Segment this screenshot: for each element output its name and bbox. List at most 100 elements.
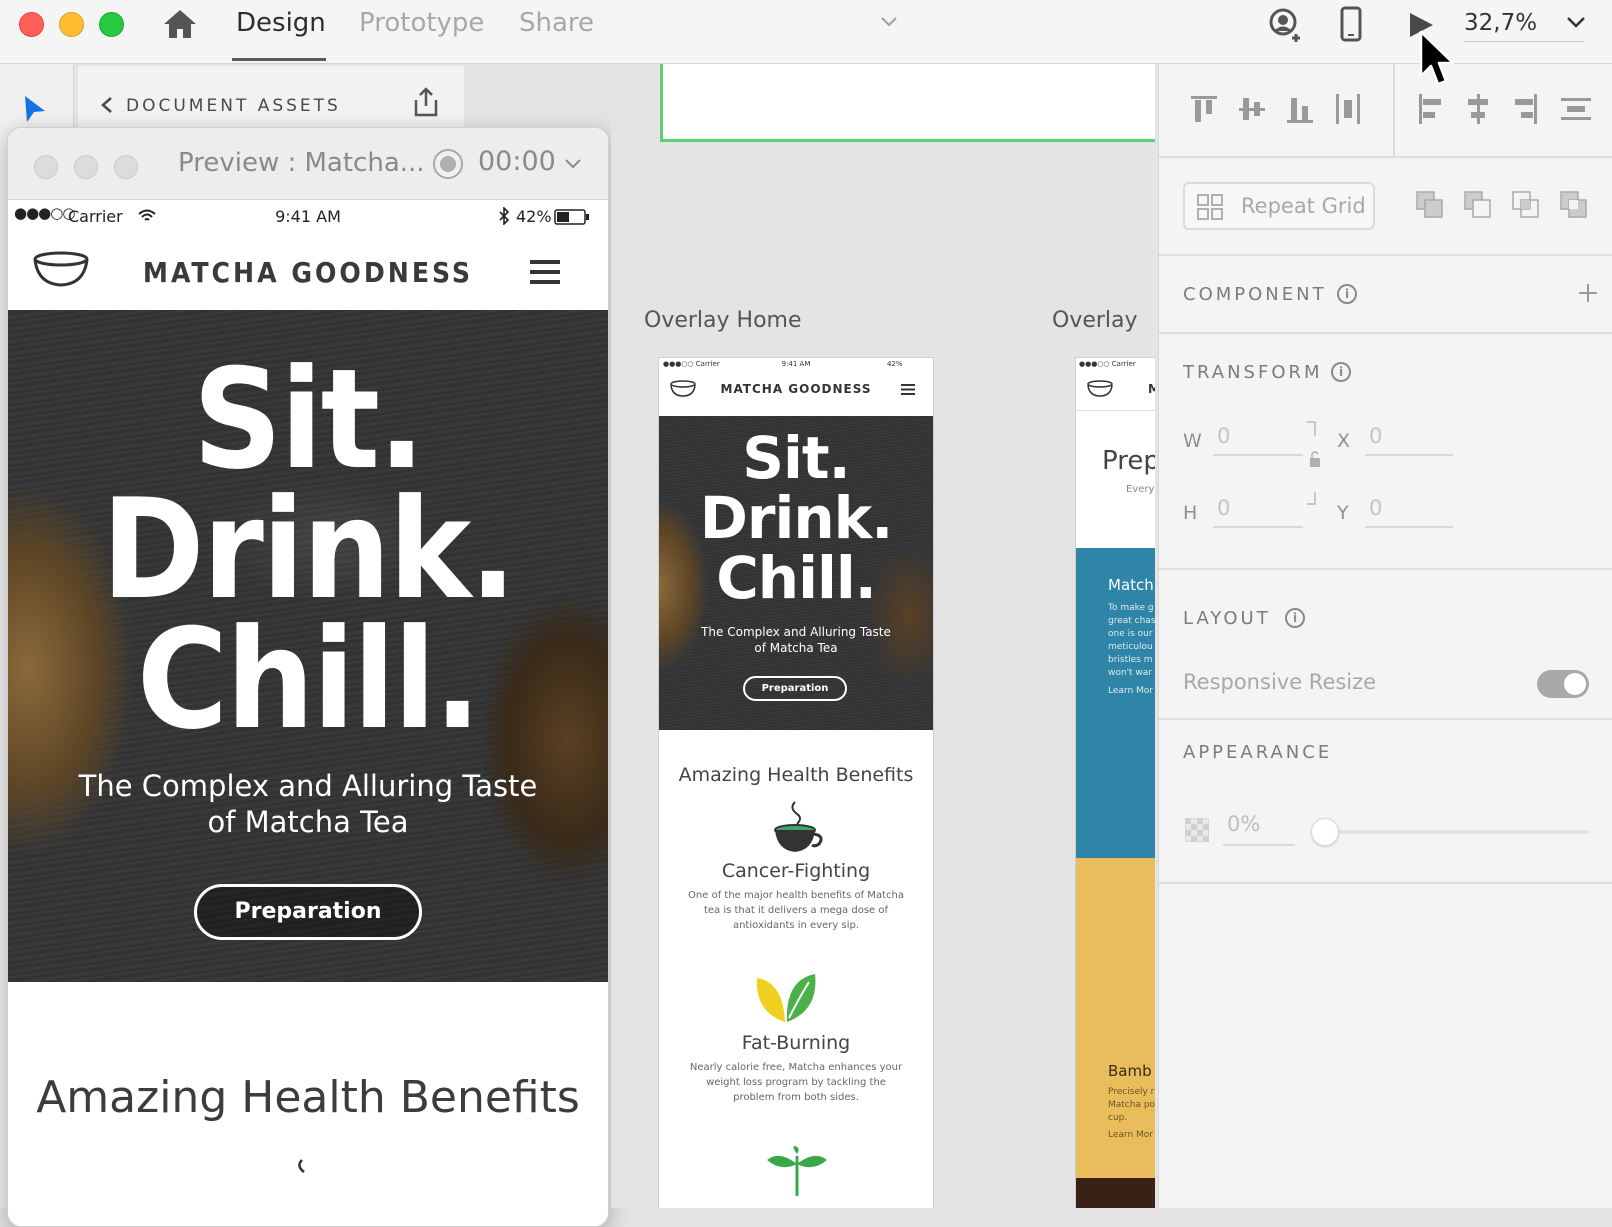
benefit-text-cancer-3: antioxidants in every sip. (732, 920, 860, 931)
tab-share[interactable]: Share (519, 8, 594, 38)
mini2-blue-line-1: To make g (1108, 603, 1154, 613)
artboard-label-overlay[interactable]: Overlay (1052, 308, 1138, 333)
site-header: MATCHA GOODNESS (8, 234, 608, 310)
boolean-exclude-icon[interactable] (1559, 190, 1589, 220)
back-chevron-icon[interactable] (100, 96, 114, 114)
align-left-icon[interactable] (1415, 92, 1445, 126)
layout-info-icon[interactable]: i (1285, 608, 1305, 628)
selected-artboard-frame[interactable] (660, 64, 1155, 142)
width-label: W (1183, 430, 1202, 452)
mini2-yellow-line-1: Precisely r (1108, 1087, 1155, 1097)
boolean-intersect-icon[interactable] (1511, 190, 1541, 220)
export-share-icon[interactable] (410, 86, 442, 118)
battery-icon (554, 209, 589, 225)
component-heading: COMPONENT (1183, 284, 1327, 305)
preparation-button[interactable]: Preparation (194, 884, 422, 940)
distribute-horizontal-icon[interactable] (1333, 92, 1363, 126)
preview-zoom-button[interactable] (114, 155, 138, 179)
repeat-grid-label: Repeat Grid (1241, 194, 1366, 218)
leaves-icon (756, 974, 816, 1022)
opacity-slider-track[interactable] (1319, 830, 1589, 834)
repeat-grid-section: Repeat Grid (1159, 158, 1612, 256)
mini2-carrier: Carrier (1111, 360, 1136, 368)
height-label: H (1183, 502, 1198, 524)
mini2-yellow-line-2: Matcha po (1108, 1100, 1155, 1110)
align-center-icon[interactable] (1463, 92, 1493, 126)
battery-percent: 42% (516, 207, 552, 226)
design-canvas[interactable]: Overlay Home Overlay ●●●○○ Carrier 9:41 … (611, 64, 1155, 1208)
mini-status-bar: ●●●○○ Carrier 9:41 AM 42% (659, 358, 933, 374)
zoom-underline (1464, 41, 1584, 42)
mini2-header-divider (1076, 410, 1155, 411)
preview-close-button[interactable] (34, 155, 58, 179)
mini2-yellow-title: Bamb (1108, 1062, 1152, 1080)
x-input[interactable]: 0 (1365, 424, 1453, 456)
window-close-button[interactable] (19, 12, 44, 37)
hero-headline-line2: Drink. (101, 469, 517, 630)
transform-info-icon[interactable]: i (1331, 362, 1351, 382)
preview-minimize-button[interactable] (74, 155, 98, 179)
select-tool-icon[interactable] (22, 94, 48, 124)
boolean-subtract-icon[interactable] (1463, 190, 1493, 220)
hero-headline-line3: Chill. (136, 599, 481, 760)
artboard-overlay[interactable]: ●●●○○ Carrier M Prep Every Match To make… (1075, 357, 1155, 1208)
window-minimize-button[interactable] (59, 12, 84, 37)
mini2-yellow-link: Learn Mor (1108, 1130, 1153, 1140)
preview-title: Preview : Matcha... (178, 148, 425, 178)
record-timer: 00:00 (478, 146, 556, 177)
mini2-blue-line-5: bristles m (1108, 655, 1153, 665)
opacity-input[interactable]: 0% (1223, 812, 1295, 846)
artboard-overlay-home[interactable]: ●●●○○ Carrier 9:41 AM 42% MATCHA GOODNES… (658, 357, 934, 1208)
height-input[interactable]: 0 (1213, 496, 1303, 528)
window-zoom-button[interactable] (99, 12, 124, 37)
component-info-icon[interactable]: i (1337, 284, 1357, 304)
mini-benefits-title: Amazing Health Benefits (678, 764, 914, 786)
mini2-bowl-logo-icon (1087, 380, 1113, 397)
mini2-yellow-card: Bamb Precisely r Matcha po cup. Learn Mo… (1076, 858, 1155, 1178)
benefit-title-fat: Fat-Burning (741, 1032, 851, 1054)
device-preview-icon[interactable] (1340, 6, 1362, 42)
mini-preparation-button: Preparation (743, 676, 847, 701)
repeat-grid-icon (1197, 194, 1223, 220)
layout-section: LAYOUT i Responsive Resize (1159, 570, 1612, 720)
appearance-heading: APPEARANCE (1183, 742, 1333, 763)
responsive-resize-toggle[interactable] (1537, 670, 1589, 698)
document-menu-chevron-icon[interactable] (880, 16, 898, 28)
tab-prototype[interactable]: Prototype (359, 8, 484, 38)
align-top-icon[interactable] (1189, 92, 1219, 126)
hero-section: Sit. Drink. Chill. The Complex and Allur… (8, 310, 608, 982)
sprout-icon (767, 1146, 827, 1196)
y-input[interactable]: 0 (1365, 496, 1453, 528)
align-bottom-icon[interactable] (1285, 92, 1315, 126)
zoom-dropdown-chevron-icon[interactable] (1566, 16, 1586, 28)
tab-design[interactable]: Design (236, 8, 326, 38)
distribute-vertical-icon[interactable] (1559, 92, 1593, 126)
artboard-label-overlay-home[interactable]: Overlay Home (644, 308, 802, 333)
alignment-divider (1393, 64, 1395, 158)
device-dropdown-chevron-icon[interactable] (564, 158, 582, 170)
width-input[interactable]: 0 (1213, 424, 1303, 456)
preview-titlebar: Preview : Matcha... 00:00 (8, 128, 608, 200)
add-component-icon[interactable] (1577, 282, 1599, 304)
align-right-icon[interactable] (1511, 92, 1541, 126)
y-label: Y (1337, 502, 1349, 524)
ios-status-bar: ●●●○○ Carrier 9:41 AM 42% (8, 204, 608, 234)
transform-heading: TRANSFORM (1183, 362, 1323, 383)
mini-hero: Sit. Drink. Chill. The Complex and Allur… (659, 416, 933, 730)
lock-aspect-ratio-icon[interactable] (1305, 420, 1323, 506)
align-middle-icon[interactable] (1237, 92, 1267, 126)
home-icon[interactable] (162, 8, 198, 40)
record-icon[interactable] (432, 148, 464, 180)
mini2-yellow-line-3: cup. (1108, 1113, 1128, 1123)
boolean-add-icon[interactable] (1415, 190, 1445, 220)
mini2-blue-line-6: won't war (1108, 668, 1153, 678)
active-tab-indicator (232, 58, 326, 61)
opacity-slider-thumb[interactable] (1311, 818, 1339, 846)
x-label: X (1337, 430, 1351, 452)
hamburger-menu-icon[interactable] (530, 258, 562, 284)
property-inspector: Repeat Grid COMPONENT i TRANSFORM i W 0 … (1158, 64, 1612, 1208)
toggle-knob (1564, 673, 1586, 695)
zoom-level[interactable]: 32,7% (1464, 10, 1537, 36)
repeat-grid-button[interactable]: Repeat Grid (1183, 182, 1375, 230)
invite-user-icon[interactable] (1268, 8, 1304, 44)
